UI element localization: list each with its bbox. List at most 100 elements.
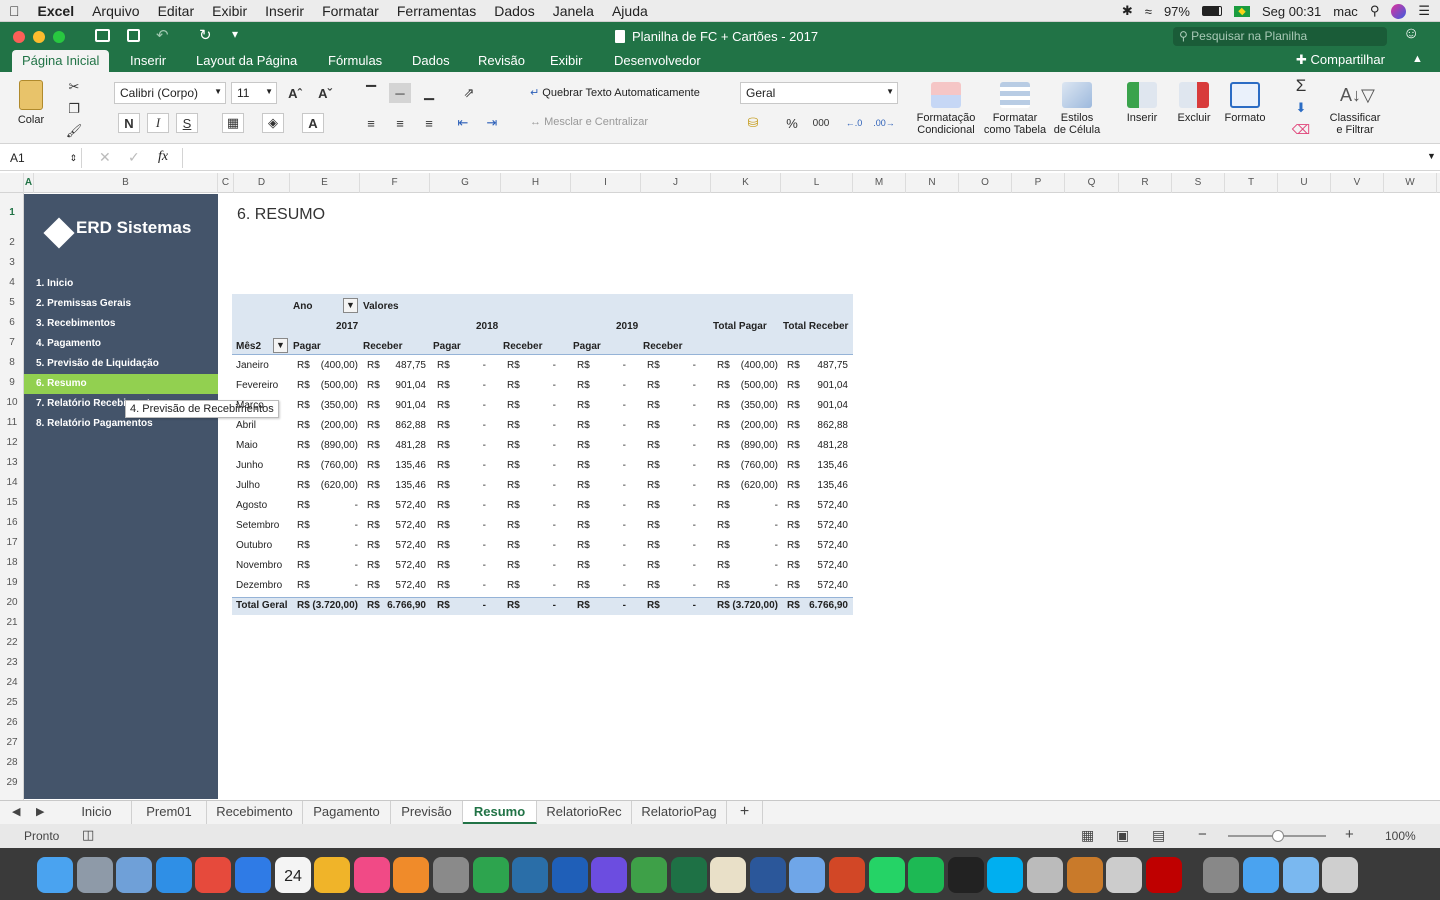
currency-symbol[interactable]: R$ (647, 596, 661, 616)
currency-symbol[interactable]: R$ (647, 396, 661, 416)
pivot-value-receber-2017[interactable]: 901,04 (381, 396, 426, 416)
currency-symbol[interactable]: R$ (297, 576, 311, 596)
currency-symbol[interactable]: R$ (577, 436, 591, 456)
thousands-button[interactable]: 000 (808, 113, 834, 133)
pivot-value-pagar-2018[interactable]: - (451, 496, 486, 516)
currency-symbol[interactable]: R$ (297, 476, 311, 496)
fill-icon[interactable]: ⬇ (1290, 98, 1312, 118)
currency-symbol[interactable]: R$ (437, 596, 451, 616)
pivot-month-label[interactable]: Maio (236, 436, 291, 456)
font-size-select[interactable]: 11 ▼ (231, 82, 277, 104)
increase-decimal-icon[interactable]: ←.0 (843, 113, 865, 133)
menu-editar[interactable]: Editar (149, 3, 204, 19)
pivot-month-label[interactable]: Julho (236, 476, 291, 496)
pivot-month-label[interactable]: Novembro (236, 556, 291, 576)
currency-symbol[interactable]: R$ (507, 596, 521, 616)
pivot-value-pagar-2018[interactable]: - (451, 476, 486, 496)
pivot-total-pagar[interactable]: (620,00) (731, 476, 778, 496)
decrease-decimal-icon[interactable]: .00→ (873, 113, 895, 133)
nav-item-resumo[interactable]: 6. Resumo (24, 374, 218, 394)
currency-symbol[interactable]: R$ (787, 456, 801, 476)
ibooks-icon[interactable] (393, 857, 429, 893)
tab-pagina-inicial[interactable]: Página Inicial (12, 50, 110, 72)
currency-symbol[interactable]: R$ (577, 476, 591, 496)
pivot-value-receber-2018[interactable]: - (521, 376, 556, 396)
pivot-value-pagar-2019[interactable]: - (591, 596, 626, 616)
bold-button[interactable]: N (118, 113, 140, 133)
column-header[interactable]: N (906, 173, 959, 193)
row-header[interactable]: 21 (0, 613, 24, 633)
pivot-value-pagar-2019[interactable]: - (591, 476, 626, 496)
currency-symbol[interactable]: R$ (297, 456, 311, 476)
pivot-month-label[interactable]: Abril (236, 416, 291, 436)
currency-symbol[interactable]: R$ (507, 416, 521, 436)
row-header[interactable]: 7 (0, 333, 24, 353)
pivot-total-receber[interactable]: 135,46 (801, 476, 848, 496)
align-top-icon[interactable]: ▔ (360, 83, 382, 103)
tab-dados[interactable]: Dados (402, 50, 460, 72)
column-header[interactable]: L (781, 173, 853, 193)
row-header[interactable]: 12 (0, 433, 24, 453)
pivot-value-pagar-2018[interactable]: - (451, 376, 486, 396)
textedit-icon[interactable] (710, 857, 746, 893)
powerpoint-icon[interactable] (829, 857, 865, 893)
pivot-total-pagar[interactable]: - (731, 576, 778, 596)
preview-icon[interactable] (116, 857, 152, 893)
currency-symbol[interactable]: R$ (717, 356, 731, 376)
pivot-value-receber-2017[interactable]: 901,04 (381, 376, 426, 396)
row-header[interactable]: 9 (0, 373, 24, 393)
currency-symbol[interactable]: R$ (507, 456, 521, 476)
photos-icon[interactable] (314, 857, 350, 893)
currency-symbol[interactable]: R$ (647, 436, 661, 456)
align-right-icon[interactable]: ≡ (418, 113, 440, 133)
pivot-value-receber-2018[interactable]: - (521, 576, 556, 596)
wifi-icon[interactable]: ≈ (1145, 4, 1152, 19)
align-bottom-icon[interactable]: ▁ (418, 83, 440, 103)
column-header[interactable]: I (571, 173, 641, 193)
app-store-icon[interactable] (235, 857, 271, 893)
pivot-total-receber[interactable]: 487,75 (801, 356, 848, 376)
currency-symbol[interactable]: R$ (297, 376, 311, 396)
currency-symbol[interactable]: R$ (507, 436, 521, 456)
pivot-total-pagar[interactable]: (350,00) (731, 396, 778, 416)
spotify-icon[interactable] (908, 857, 944, 893)
pivot-month-label[interactable]: Dezembro (236, 576, 291, 596)
itunes-icon[interactable] (354, 857, 390, 893)
pivot-value-pagar-2018[interactable]: - (451, 356, 486, 376)
pivot-value-receber-2017[interactable]: 487,75 (381, 356, 426, 376)
pivot-month-label[interactable]: Março (236, 396, 291, 416)
excel-icon[interactable] (671, 857, 707, 893)
column-header[interactable]: Q (1065, 173, 1119, 193)
prev-sheet-icon[interactable]: ◀ (12, 805, 20, 818)
share-button[interactable]: ✚ Compartilhar (1296, 52, 1385, 68)
notification-center-icon[interactable]: ☰ (1418, 3, 1430, 19)
pivot-value-pagar-2017[interactable]: (400,00) (311, 356, 358, 376)
column-header[interactable]: U (1278, 173, 1331, 193)
currency-symbol[interactable]: R$ (787, 516, 801, 536)
currency-symbol[interactable]: R$ (297, 536, 311, 556)
pivot-value-pagar-2018[interactable]: - (451, 436, 486, 456)
pivot-value-receber-2019[interactable]: - (661, 456, 696, 476)
currency-symbol[interactable]: R$ (437, 356, 451, 376)
column-header[interactable]: K (711, 173, 781, 193)
system-preferences-icon[interactable] (433, 857, 469, 893)
pivot-value-pagar-2017[interactable]: (3.720,00) (311, 596, 358, 616)
skype-icon[interactable] (987, 857, 1023, 893)
currency-symbol[interactable]: R$ (717, 456, 731, 476)
pivot-value-pagar-2017[interactable]: - (311, 556, 358, 576)
column-header[interactable]: D (234, 173, 290, 193)
pivot-month-label[interactable]: Outubro (236, 536, 291, 556)
underline-button[interactable]: S (176, 113, 198, 133)
pivot-value-pagar-2018[interactable]: - (451, 536, 486, 556)
sheet-tab-recebimento[interactable]: Recebimento (207, 801, 303, 824)
fill-color-icon[interactable]: ◈ (262, 113, 284, 133)
row-header[interactable]: 15 (0, 493, 24, 513)
currency-symbol[interactable]: R$ (717, 496, 731, 516)
decrease-font-size-icon[interactable]: Aˇ (314, 83, 336, 103)
pivot-value-receber-2018[interactable]: - (521, 456, 556, 476)
folder-icon[interactable] (1243, 857, 1279, 893)
row-header[interactable]: 18 (0, 553, 24, 573)
column-header[interactable]: R (1119, 173, 1172, 193)
sheet-tab-previsao[interactable]: Previsão (391, 801, 463, 824)
script-editor-icon[interactable] (1106, 857, 1142, 893)
